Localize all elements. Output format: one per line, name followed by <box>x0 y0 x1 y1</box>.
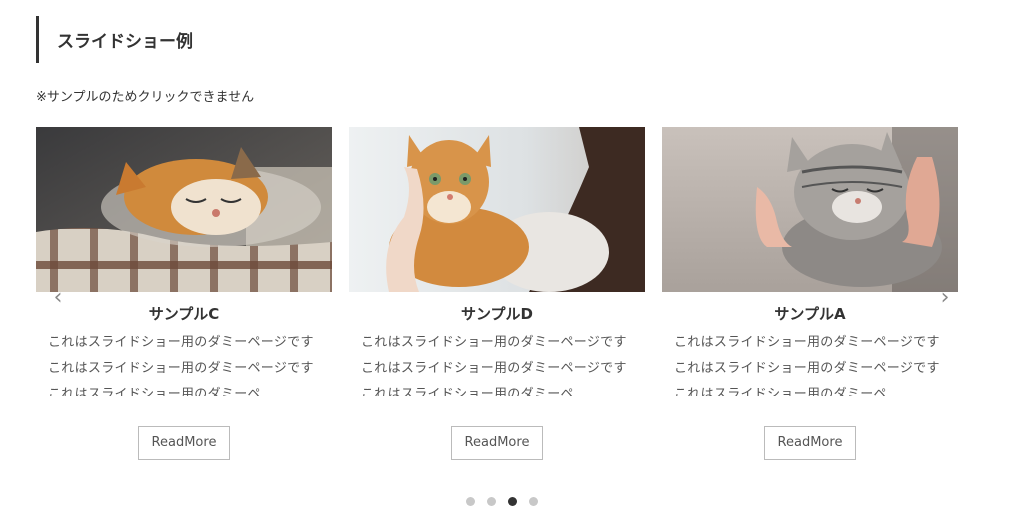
pagination-dots <box>466 497 538 506</box>
sample-note: ※サンプルのためクリックできません <box>36 90 255 105</box>
slide-image[interactable] <box>662 127 958 292</box>
pagination-dot[interactable] <box>466 497 475 506</box>
slide-title[interactable]: サンプルD <box>349 303 645 324</box>
section-heading: スライドショー例 <box>36 16 193 63</box>
slide-title[interactable]: サンプルA <box>662 303 958 324</box>
slide-excerpt: これはスライドショー用のダミーページです これはスライドショー用のダミーページで… <box>361 335 627 396</box>
slide-card[interactable]: サンプルC これはスライドショー用のダミーページです これはスライドショー用のダ… <box>36 127 332 460</box>
page: スライドショー例 ※サンプルのためクリックできません サンプルC これはスライド… <box>0 0 1024 519</box>
section-heading-text: スライドショー例 <box>57 32 193 52</box>
readmore-button[interactable]: ReadMore <box>451 426 543 460</box>
slide-excerpt: これはスライドショー用のダミーページです これはスライドショー用のダミーページで… <box>674 335 940 396</box>
pagination-dot[interactable] <box>529 497 538 506</box>
chevron-right-icon[interactable]: › <box>937 287 953 309</box>
slideshow: サンプルC これはスライドショー用のダミーページです これはスライドショー用のダ… <box>36 127 960 467</box>
readmore-button[interactable]: ReadMore <box>138 426 230 460</box>
slide-title[interactable]: サンプルC <box>36 303 332 324</box>
chevron-left-icon[interactable]: ‹ <box>50 287 66 309</box>
slide-image[interactable] <box>349 127 645 292</box>
slide-card[interactable]: サンプルA これはスライドショー用のダミーページです これはスライドショー用のダ… <box>662 127 958 460</box>
pagination-dot-active[interactable] <box>508 497 517 506</box>
slide-card[interactable]: サンプルD これはスライドショー用のダミーページです これはスライドショー用のダ… <box>349 127 645 460</box>
pagination-dot[interactable] <box>487 497 496 506</box>
slide-image[interactable] <box>36 127 332 292</box>
slide-excerpt: これはスライドショー用のダミーページです これはスライドショー用のダミーページで… <box>48 335 314 396</box>
readmore-button[interactable]: ReadMore <box>764 426 856 460</box>
